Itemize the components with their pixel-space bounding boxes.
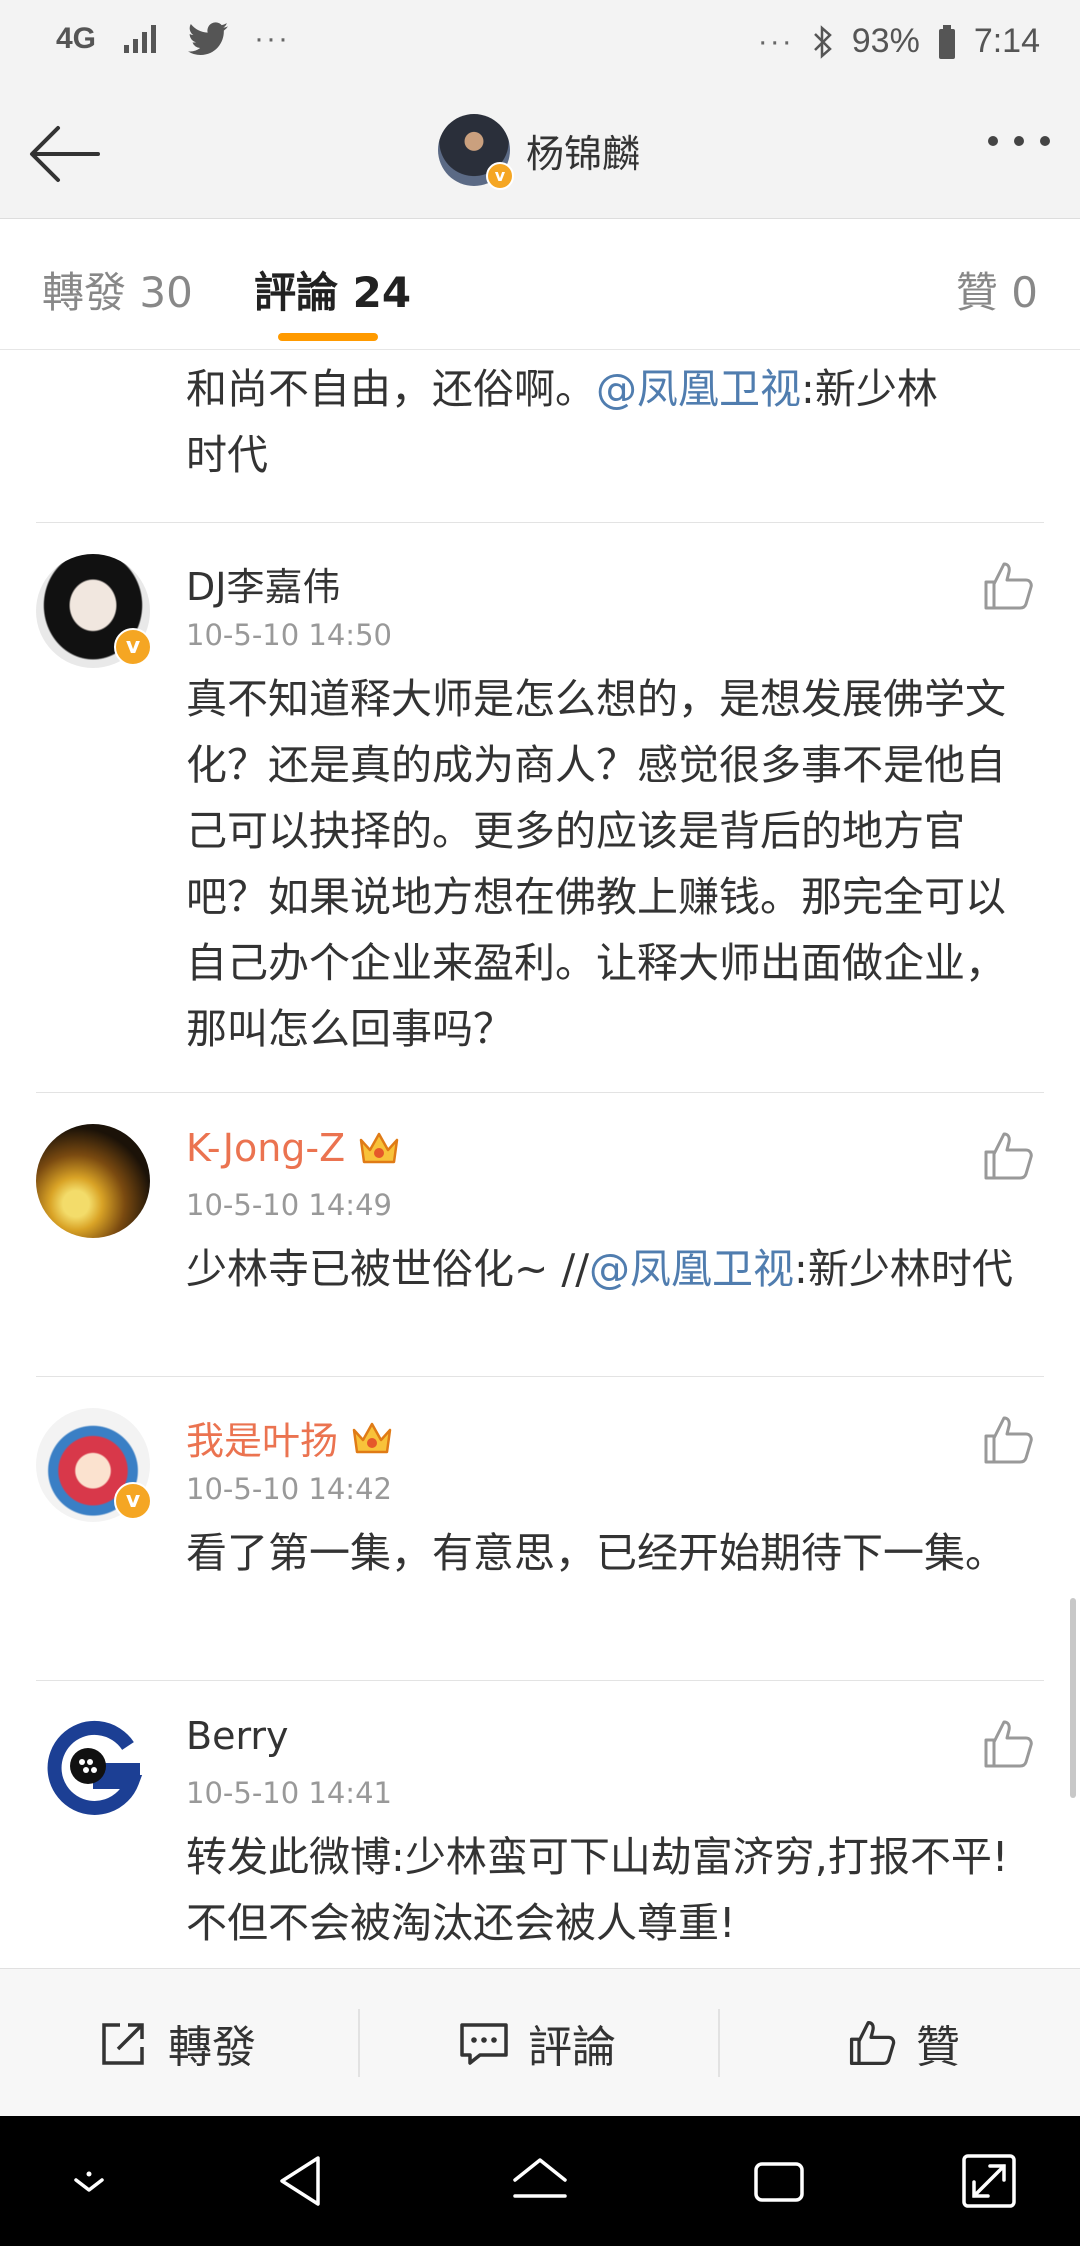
active-tab-indicator — [278, 333, 378, 341]
header-title-group[interactable]: v 杨锦麟 — [438, 114, 641, 190]
comment-author[interactable]: 我是叶扬 — [186, 1410, 394, 1465]
divider — [718, 2009, 720, 2077]
tab-likes[interactable]: 贊 0 — [956, 259, 1038, 320]
share-icon — [102, 2023, 144, 2065]
bluetooth-icon — [813, 24, 832, 59]
comment-text: 和尚不自由，还俗啊。@凤凰卫视:新少林 时代 — [186, 365, 938, 479]
status-bar: 4G ··· ··· 93% 7:14 — [0, 0, 1080, 90]
avatar[interactable]: v — [438, 114, 514, 190]
avatar[interactable] — [36, 1124, 150, 1238]
tab-repost[interactable]: 轉發 30 — [42, 259, 193, 320]
network-type: 4G — [56, 22, 97, 55]
blackberry-logo-icon — [47, 1720, 143, 1815]
like-button[interactable]: 贊 — [846, 1969, 960, 2117]
action-bar: 轉發 評論 贊 — [0, 1968, 1080, 2117]
home-icon[interactable] — [503, 2144, 577, 2218]
vip-crown-icon — [359, 1132, 399, 1164]
comment-author[interactable]: DJ李嘉伟 — [186, 556, 340, 611]
like-label: 贊 — [916, 2022, 960, 2073]
repost-button[interactable]: 轉發 — [98, 1969, 256, 2117]
comment-text: 真不知道释大师是怎么想的，是想发展佛学文化？还是真的成为商人？感觉很多事不是他自… — [186, 675, 1006, 1053]
comment-time: 10-5-10 14:49 — [186, 1188, 392, 1222]
signal-icon — [124, 25, 157, 53]
tab-bar: 轉發 30 評論 24 贊 0 — [0, 219, 1080, 350]
system-nav-bar — [0, 2116, 1080, 2246]
divider — [36, 522, 1044, 523]
comment-time: 10-5-10 14:50 — [186, 618, 392, 652]
comment-author[interactable]: K-Jong-Z — [186, 1126, 401, 1170]
status-overflow-right: ··· — [757, 24, 794, 58]
status-overflow: ··· — [254, 22, 291, 55]
divider — [36, 1092, 1044, 1093]
back-arrow-icon[interactable] — [26, 114, 106, 194]
divider — [36, 1376, 1044, 1377]
comment-author[interactable]: Berry — [186, 1714, 289, 1758]
comment-button[interactable]: 評論 — [458, 1969, 616, 2117]
clock: 7:14 — [973, 22, 1040, 60]
page-title: 杨锦麟 — [526, 131, 641, 176]
mention-link[interactable]: @凤凰卫视 — [589, 1245, 794, 1293]
repost-label: 轉發 — [168, 2022, 256, 2073]
tab-comments[interactable]: 評論 24 — [254, 259, 411, 320]
comment-label: 評論 — [528, 2022, 616, 2073]
divider — [358, 2009, 360, 2077]
comment-text: 转发此微博:少林蛮可下山劫富济穷,打报不平!不但不会被淘汰还会被人尊重! — [186, 1833, 1009, 1947]
expand-icon[interactable] — [952, 2144, 1026, 2218]
like-icon[interactable] — [980, 1412, 1036, 1468]
verified-icon: v — [114, 1482, 152, 1520]
more-options-icon[interactable] — [988, 136, 1050, 146]
battery-icon — [938, 24, 955, 59]
divider — [36, 1680, 1044, 1681]
recent-apps-icon[interactable] — [742, 2144, 816, 2218]
comment-text: 少林寺已被世俗化~ //@凤凰卫视:新少林时代 — [186, 1245, 1013, 1293]
thumbs-up-icon — [849, 2020, 896, 2066]
like-icon[interactable] — [980, 1716, 1036, 1772]
like-icon[interactable] — [980, 558, 1036, 614]
twitter-icon — [188, 22, 229, 56]
comment-time: 10-5-10 14:41 — [186, 1776, 392, 1810]
battery-percent: 93% — [851, 22, 920, 60]
vip-crown-icon — [352, 1422, 392, 1453]
verified-icon: v — [486, 162, 514, 190]
comment-time: 10-5-10 14:42 — [186, 1472, 392, 1506]
like-icon[interactable] — [980, 1128, 1036, 1184]
scrollbar[interactable] — [1070, 1598, 1076, 1798]
verified-icon: v — [114, 628, 152, 666]
chevron-down-icon[interactable] — [52, 2144, 126, 2218]
comment-text: 看了第一集，有意思，已经开始期待下一集。 — [186, 1529, 1006, 1577]
avatar[interactable]: v — [36, 554, 152, 668]
back-triangle-icon[interactable] — [264, 2144, 338, 2218]
avatar[interactable]: v — [36, 1408, 152, 1522]
comment-icon — [460, 2023, 508, 2065]
app-header: v 杨锦麟 — [0, 90, 1080, 219]
comment-list[interactable]: 和尚不自由，还俗啊。@凤凰卫视:新少林 时代 v DJ李嘉伟 10-5-10 1… — [0, 350, 1080, 1968]
avatar[interactable] — [36, 1712, 150, 1826]
mention-link[interactable]: @凤凰卫视 — [596, 365, 801, 413]
